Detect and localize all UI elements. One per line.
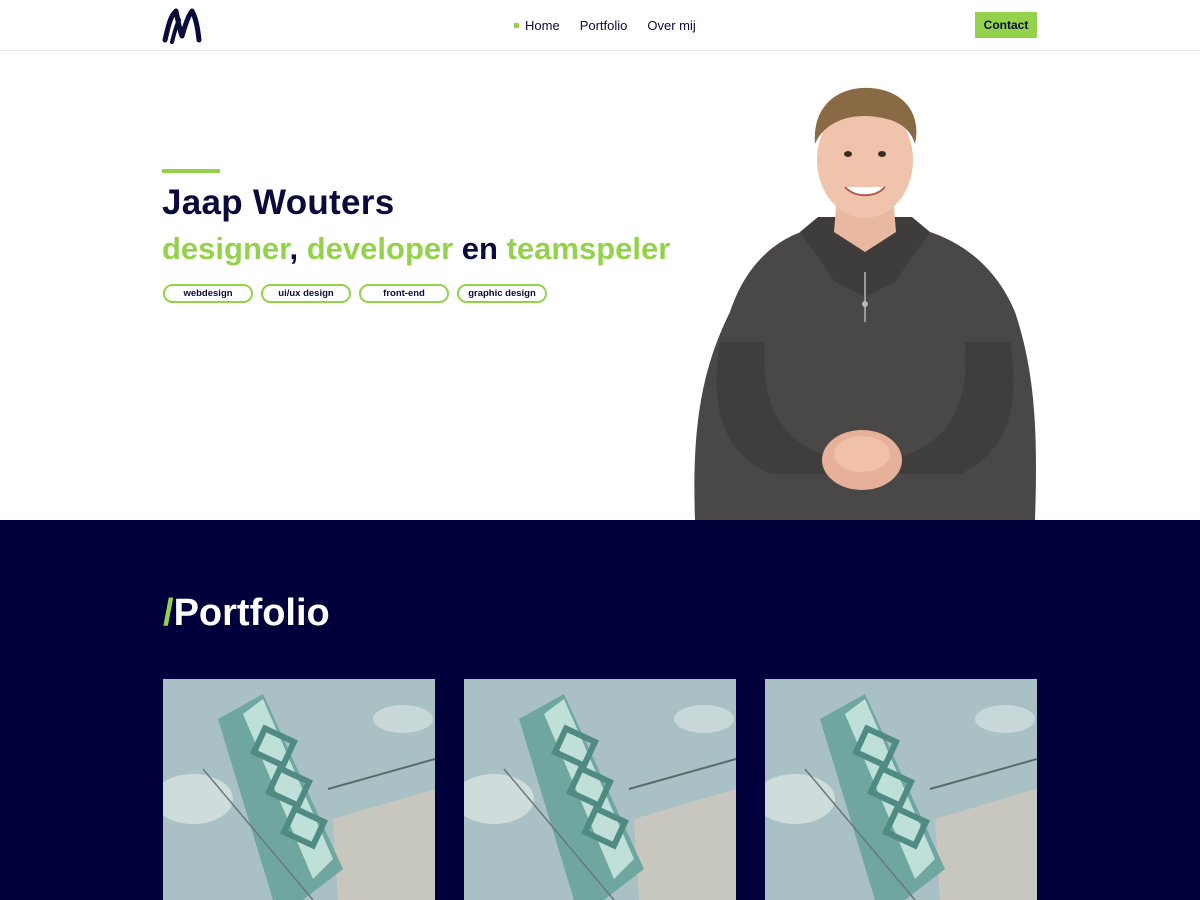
hotel-sign-photo (464, 679, 736, 900)
tag-uiux-design: ui/ux design (261, 284, 351, 303)
nav-portfolio[interactable]: Portfolio (580, 18, 628, 33)
portfolio-section: /Portfolio (0, 520, 1200, 900)
role-teamspeler: teamspeler (506, 231, 671, 266)
nav-portfolio-label: Portfolio (579, 18, 628, 33)
portfolio-title-text: Portfolio (173, 592, 330, 634)
portrait-photo (694, 87, 1036, 520)
portfolio-card-2[interactable] (464, 679, 736, 900)
portfolio-card-3[interactable] (765, 679, 1037, 900)
role-connector: en (453, 231, 507, 266)
nav-over-mij[interactable]: Over mij (647, 18, 695, 33)
contact-button[interactable]: Contact (975, 12, 1037, 38)
logo-icon[interactable] (162, 6, 202, 46)
tag-front-end: front-end (359, 284, 449, 303)
tag-graphic-design: graphic design (457, 284, 547, 303)
skill-tags: webdesign ui/ux design front-end graphic… (163, 284, 547, 303)
tag-webdesign: webdesign (163, 284, 253, 303)
hero-role: designer, developer en teamspeler (162, 231, 670, 267)
portfolio-card-1[interactable] (163, 679, 435, 900)
title-slash: / (163, 592, 174, 634)
hotel-sign-photo (765, 679, 1037, 900)
role-designer: designer (162, 231, 290, 266)
active-indicator-icon (514, 23, 519, 28)
main-nav: Home Portfolio Over mij (514, 0, 696, 51)
hero-name: Jaap Wouters (162, 183, 395, 222)
nav-home[interactable]: Home (514, 18, 560, 33)
nav-over-mij-label: Over mij (647, 18, 696, 33)
nav-home-label: Home (525, 18, 560, 33)
hotel-sign-photo (163, 679, 435, 900)
portfolio-title: /Portfolio (163, 592, 330, 635)
role-separator: , (289, 231, 307, 266)
accent-line (162, 169, 220, 173)
site-header: Home Portfolio Over mij Contact (0, 0, 1200, 51)
role-developer: developer (306, 231, 454, 266)
